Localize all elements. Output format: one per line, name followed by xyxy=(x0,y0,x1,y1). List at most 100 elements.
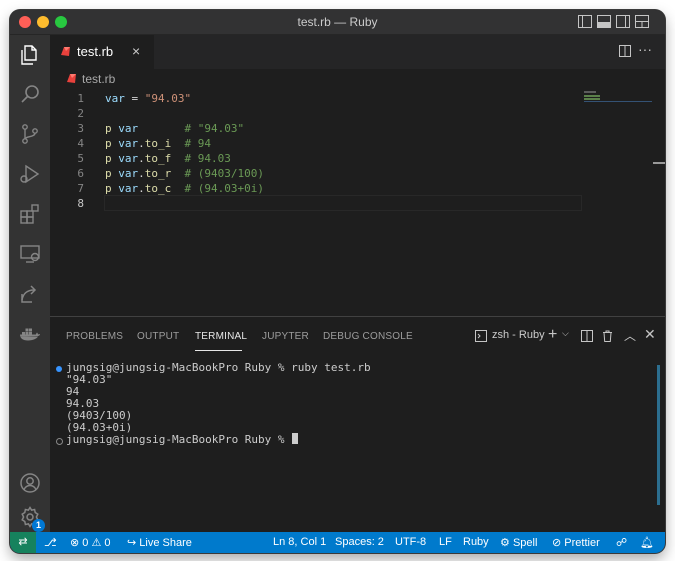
line-number: 8 xyxy=(77,197,84,210)
tab-problems[interactable]: PROBLEMS xyxy=(66,331,123,342)
command-pending-decoration xyxy=(56,438,63,445)
customize-layout-icon[interactable] xyxy=(635,15,649,28)
end-of-line[interactable]: LF xyxy=(439,536,452,548)
new-terminal-icon[interactable]: + xyxy=(548,326,557,344)
source-control-icon[interactable] xyxy=(18,122,42,146)
title-bar: test.rb — Ruby xyxy=(10,10,665,35)
feedback-icon[interactable]: ☍ xyxy=(616,536,627,549)
close-tab-icon[interactable]: × xyxy=(132,43,140,59)
git-branch-icon[interactable]: ⎇ xyxy=(44,536,57,549)
code-token: . xyxy=(138,152,145,165)
code-token: # (94.03+0i) xyxy=(184,182,264,195)
code-token: # "94.03" xyxy=(184,122,245,135)
terminal-prompt-line: jungsig@jungsig-MacBookPro Ruby % xyxy=(66,433,299,446)
split-editor-icon[interactable] xyxy=(619,45,631,57)
live-share-label: Live Share xyxy=(139,537,192,549)
tab-label: test.rb xyxy=(77,44,114,59)
code-line: p var.to_r # (9403/100) xyxy=(105,167,264,180)
code-line: p var.to_c # (94.03+0i) xyxy=(105,182,264,195)
docker-icon[interactable] xyxy=(18,322,42,346)
spell-label: Spell xyxy=(512,537,538,549)
code-token: = xyxy=(124,92,145,105)
run-and-debug-icon[interactable] xyxy=(18,162,42,186)
code-token: to_f xyxy=(144,152,172,165)
code-token: var xyxy=(105,92,125,105)
code-token: to_i xyxy=(144,137,172,150)
terminal-selector[interactable]: zsh - Ruby xyxy=(492,329,545,341)
tab-jupyter[interactable]: JUPYTER xyxy=(262,331,309,342)
bottom-panel: PROBLEMS OUTPUT TERMINAL JUPYTER DEBUG C… xyxy=(50,316,665,533)
problems-indicator[interactable]: ⊗ 0 ⚠ 0 xyxy=(70,536,111,549)
toggle-secondary-sidebar-icon[interactable] xyxy=(616,15,630,28)
breadcrumb-file[interactable]: test.rb xyxy=(82,72,115,86)
settings-badge: 1 xyxy=(32,519,45,532)
line-number: 6 xyxy=(77,167,84,180)
window-title: test.rb — Ruby xyxy=(297,15,378,29)
code-token: # 94 xyxy=(184,137,212,150)
terminal-cursor xyxy=(292,433,299,444)
extensions-icon[interactable] xyxy=(18,202,42,226)
line-number: 2 xyxy=(77,107,84,120)
status-bar: ⇄ ⎇ ⊗ 0 ⚠ 0 ↪ Live Share Ln 8, Col 1 Spa… xyxy=(10,532,665,553)
prettier-label: Prettier xyxy=(564,537,600,549)
code-token: to_c xyxy=(144,182,172,195)
code-token: to_r xyxy=(144,167,172,180)
maximize-panel-icon[interactable]: ︿ xyxy=(624,327,636,344)
remote-indicator-icon[interactable]: ⇄ xyxy=(10,532,36,553)
language-mode[interactable]: Ruby xyxy=(463,536,489,548)
breadcrumb: test.rb xyxy=(50,69,665,89)
minimap[interactable] xyxy=(584,91,652,105)
trash-icon[interactable] xyxy=(602,330,613,342)
code-token: p xyxy=(105,167,119,180)
explorer-icon[interactable] xyxy=(18,43,42,67)
code-token: p xyxy=(105,182,119,195)
prettier-check-icon: ⊘ xyxy=(552,537,562,549)
toggle-panel-icon[interactable] xyxy=(597,15,611,28)
code-line: p var.to_f # 94.03 xyxy=(105,152,231,165)
manage-gear-icon[interactable]: 1 xyxy=(18,505,45,532)
vscode-window: test.rb — Ruby 1 test.rb × ··· test.rb 1… xyxy=(10,10,665,553)
search-icon[interactable] xyxy=(18,82,42,106)
prettier-button[interactable]: ⊘ Prettier xyxy=(552,536,600,549)
close-panel-icon[interactable]: ✕ xyxy=(644,326,656,343)
error-count: 0 xyxy=(82,537,89,549)
code-token: # (9403/100) xyxy=(184,167,264,180)
editor-tabs: test.rb × ··· xyxy=(50,35,665,69)
code-token: . xyxy=(138,167,145,180)
tab-test-rb[interactable]: test.rb × xyxy=(50,35,154,69)
line-number: 7 xyxy=(77,182,84,195)
code-token: var xyxy=(118,137,139,150)
more-actions-icon[interactable]: ··· xyxy=(638,41,652,57)
code-line: p var # "94.03" xyxy=(105,122,244,135)
code-token: . xyxy=(138,182,145,195)
notifications-bell-icon[interactable]: 🔔︎ xyxy=(640,536,654,549)
tab-debug-console[interactable]: DEBUG CONSOLE xyxy=(323,331,413,342)
tab-terminal[interactable]: TERMINAL xyxy=(195,331,247,342)
split-terminal-icon[interactable] xyxy=(581,330,593,342)
terminal-scrollbar[interactable] xyxy=(657,365,660,505)
code-token: # 94.03 xyxy=(184,152,231,165)
chevron-down-icon[interactable]: ⌵ xyxy=(562,328,569,339)
toggle-primary-sidebar-icon[interactable] xyxy=(578,15,592,28)
tab-output[interactable]: OUTPUT xyxy=(137,331,179,342)
live-share-button[interactable]: ↪ Live Share xyxy=(127,536,192,549)
indentation[interactable]: Spaces: 2 xyxy=(335,536,384,548)
accounts-icon[interactable] xyxy=(18,471,42,495)
code-token: . xyxy=(138,137,145,150)
ruby-file-icon xyxy=(61,47,70,56)
spell-icon: ⚙ xyxy=(500,537,510,549)
spell-button[interactable]: ⚙ Spell xyxy=(500,536,537,549)
cursor-position[interactable]: Ln 8, Col 1 xyxy=(273,536,326,548)
remote-explorer-icon[interactable] xyxy=(18,242,42,266)
active-tab-indicator xyxy=(195,350,242,351)
warning-icon: ⚠ xyxy=(91,537,102,549)
ruby-file-icon xyxy=(67,74,76,83)
code-editor[interactable]: 1 var = "94.03" 2 3 p var # "94.03" 4 p var.to… xyxy=(50,89,665,315)
live-share-icon[interactable] xyxy=(18,282,42,306)
encoding[interactable]: UTF-8 xyxy=(395,536,426,548)
